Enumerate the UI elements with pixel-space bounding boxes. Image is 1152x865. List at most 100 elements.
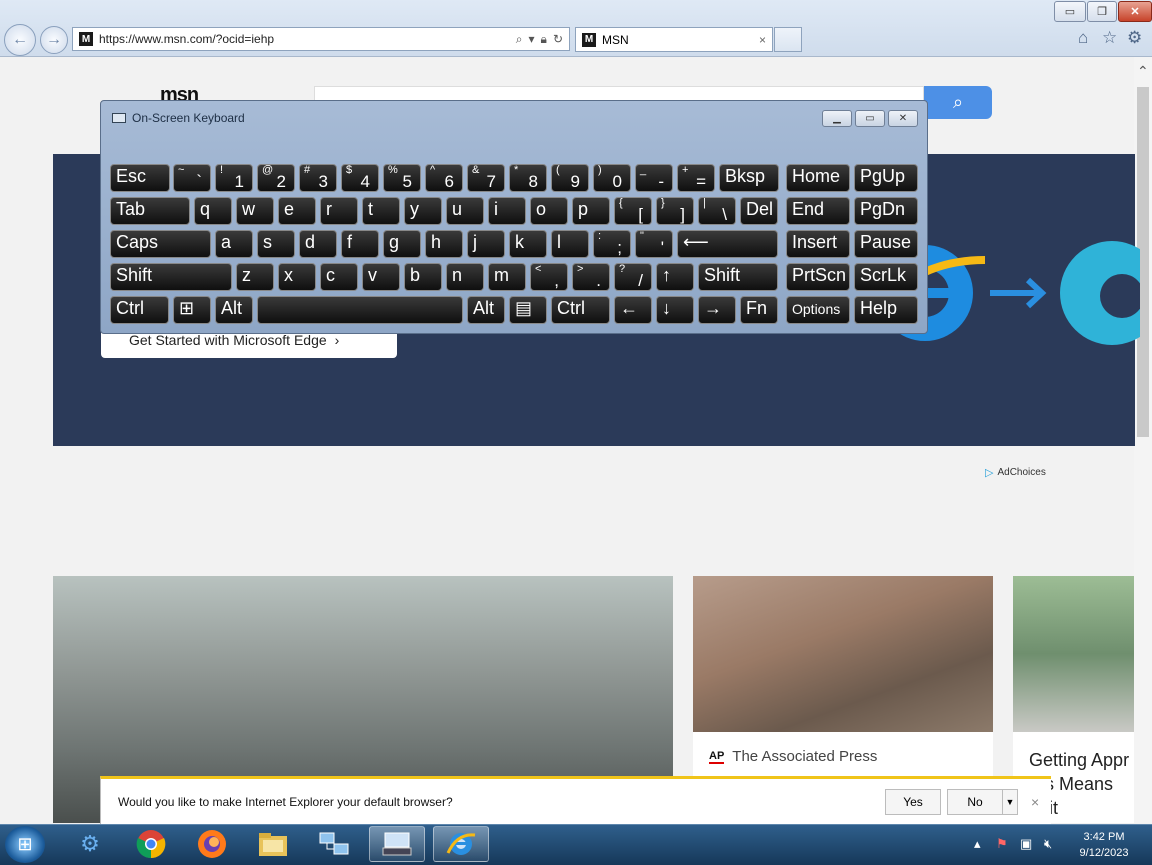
- osk-key--[interactable]: _ -: [635, 164, 673, 192]
- minimize-button[interactable]: ▭: [1054, 1, 1086, 22]
- osk-key-r[interactable]: r: [320, 197, 358, 225]
- osk-key-i[interactable]: i: [488, 197, 526, 225]
- osk-key-↑[interactable]: ↑: [656, 263, 694, 291]
- osk-key-del[interactable]: Del: [740, 197, 778, 225]
- osk-key-[[interactable]: {[: [614, 197, 652, 225]
- back-button[interactable]: ←: [4, 24, 36, 56]
- tab-close-button[interactable]: ×: [759, 33, 766, 47]
- osk-key-2[interactable]: @2: [257, 164, 295, 192]
- osk-key-shift[interactable]: Shift: [698, 263, 778, 291]
- dropdown-icon[interactable]: ▾: [529, 32, 535, 47]
- show-hidden-icons[interactable]: ▴: [974, 836, 981, 852]
- osk-key-fn[interactable]: Fn: [740, 296, 778, 324]
- osk-key-f[interactable]: f: [341, 230, 379, 258]
- osk-key-⊞[interactable]: ⊞: [173, 296, 211, 324]
- osk-key-u[interactable]: u: [446, 197, 484, 225]
- file-explorer-icon[interactable]: [245, 826, 301, 862]
- home-icon[interactable]: ⌂: [1078, 28, 1088, 48]
- osk-key-esc[interactable]: Esc: [110, 164, 170, 192]
- osk-key-←[interactable]: ←: [614, 296, 652, 324]
- osk-key-0[interactable]: ) 0: [593, 164, 631, 192]
- volume-muted-icon[interactable]: 🔇︎: [1044, 836, 1052, 852]
- chrome-icon[interactable]: [123, 826, 179, 862]
- osk-key-pgdn[interactable]: PgDn: [854, 197, 918, 225]
- osk-key-prtscn[interactable]: PrtScn: [786, 263, 850, 291]
- osk-key-a[interactable]: a: [215, 230, 253, 258]
- osk-key-→[interactable]: →: [698, 296, 736, 324]
- osk-key-end[interactable]: End: [786, 197, 850, 225]
- osk-key-help[interactable]: Help: [854, 296, 918, 324]
- osk-key-▤[interactable]: ▤: [509, 296, 547, 324]
- address-bar[interactable]: M https://www.msn.com/?ocid=iehp ⌕ ▾ 🔒︎ …: [72, 27, 570, 51]
- new-tab-button[interactable]: [774, 27, 802, 52]
- firefox-icon[interactable]: [184, 826, 240, 862]
- osk-key-⟵[interactable]: ⟵: [677, 230, 778, 258]
- yes-button[interactable]: Yes: [885, 789, 941, 815]
- action-center-icon[interactable]: ⚑: [996, 836, 1008, 852]
- osk-key-/[interactable]: ? /: [614, 263, 652, 291]
- refresh-icon[interactable]: ↻: [553, 32, 563, 47]
- osk-key-ctrl[interactable]: Ctrl: [110, 296, 169, 324]
- osk-key-h[interactable]: h: [425, 230, 463, 258]
- osk-key-t[interactable]: t: [362, 197, 400, 225]
- osk-restore-button[interactable]: ▭: [855, 110, 885, 127]
- osk-key-;[interactable]: :;: [593, 230, 631, 258]
- osk-key-insert[interactable]: Insert: [786, 230, 850, 258]
- osk-key-options[interactable]: Options: [786, 296, 850, 324]
- osk-key-↓[interactable]: ↓: [656, 296, 694, 324]
- osk-key-scrlk[interactable]: ScrLk: [854, 263, 918, 291]
- osk-key-'[interactable]: " ': [635, 230, 673, 258]
- osk-key-home[interactable]: Home: [786, 164, 850, 192]
- scroll-up-icon[interactable]: ⌃: [1137, 63, 1149, 80]
- osk-key-][interactable]: }]: [656, 197, 694, 225]
- osk-key-8[interactable]: * 8: [509, 164, 547, 192]
- notification-close-button[interactable]: ×: [1031, 794, 1039, 810]
- osk-key-ctrl[interactable]: Ctrl: [551, 296, 610, 324]
- osk-key-bksp[interactable]: Bksp: [719, 164, 779, 192]
- osk-key-7[interactable]: & 7: [467, 164, 505, 192]
- restore-button[interactable]: ❐: [1087, 1, 1117, 22]
- osk-key-3[interactable]: #3: [299, 164, 337, 192]
- osk-key-alt[interactable]: Alt: [215, 296, 253, 324]
- osk-key-6[interactable]: ^ 6: [425, 164, 463, 192]
- osk-key-j[interactable]: j: [467, 230, 505, 258]
- osk-key-q[interactable]: q: [194, 197, 232, 225]
- osk-key-g[interactable]: g: [383, 230, 421, 258]
- search-button[interactable]: ⌕: [924, 86, 992, 119]
- osk-key-n[interactable]: n: [446, 263, 484, 291]
- osk-titlebar[interactable]: On-Screen Keyboard: [112, 111, 245, 125]
- osk-key-pause[interactable]: Pause: [854, 230, 918, 258]
- osk-key-\[interactable]: | \: [698, 197, 736, 225]
- address-url[interactable]: https://www.msn.com/?ocid=iehp: [99, 32, 274, 46]
- star-icon[interactable]: ☆: [1102, 28, 1117, 48]
- osk-key-.[interactable]: >.: [572, 263, 610, 291]
- osk-key-,[interactable]: <,: [530, 263, 568, 291]
- on-screen-keyboard-icon[interactable]: [369, 826, 425, 862]
- osk-key-`[interactable]: ~ `: [173, 164, 211, 192]
- osk-key-w[interactable]: w: [236, 197, 274, 225]
- osk-minimize-button[interactable]: ▁: [822, 110, 852, 127]
- tab-msn[interactable]: M MSN ×: [575, 27, 773, 52]
- no-button[interactable]: No: [947, 789, 1003, 815]
- osk-key-l[interactable]: l: [551, 230, 589, 258]
- osk-key-y[interactable]: y: [404, 197, 442, 225]
- lock-icon[interactable]: 🔒︎: [541, 32, 547, 47]
- osk-key-alt[interactable]: Alt: [467, 296, 505, 324]
- osk-key-shift[interactable]: Shift: [110, 263, 232, 291]
- system-clock[interactable]: 3:42 PM 9/12/2023: [1068, 829, 1140, 861]
- gear-icon[interactable]: ⚙: [1127, 28, 1142, 48]
- forward-button[interactable]: →: [40, 26, 68, 54]
- osk-key-v[interactable]: v: [362, 263, 400, 291]
- osk-key-9[interactable]: (9: [551, 164, 589, 192]
- osk-key-k[interactable]: k: [509, 230, 547, 258]
- no-dropdown-button[interactable]: ▼: [1002, 789, 1018, 815]
- osk-key-space[interactable]: [257, 296, 463, 324]
- osk-key-s[interactable]: s: [257, 230, 295, 258]
- osk-key-m[interactable]: m: [488, 263, 526, 291]
- vertical-scrollbar[interactable]: ⌃: [1134, 57, 1152, 823]
- osk-key-o[interactable]: o: [530, 197, 568, 225]
- osk-key-p[interactable]: p: [572, 197, 610, 225]
- internet-explorer-icon[interactable]: [433, 826, 489, 862]
- adchoices-link[interactable]: ▷ AdChoices: [985, 466, 1046, 479]
- ie-shortcut-icon[interactable]: ⚙: [62, 826, 118, 862]
